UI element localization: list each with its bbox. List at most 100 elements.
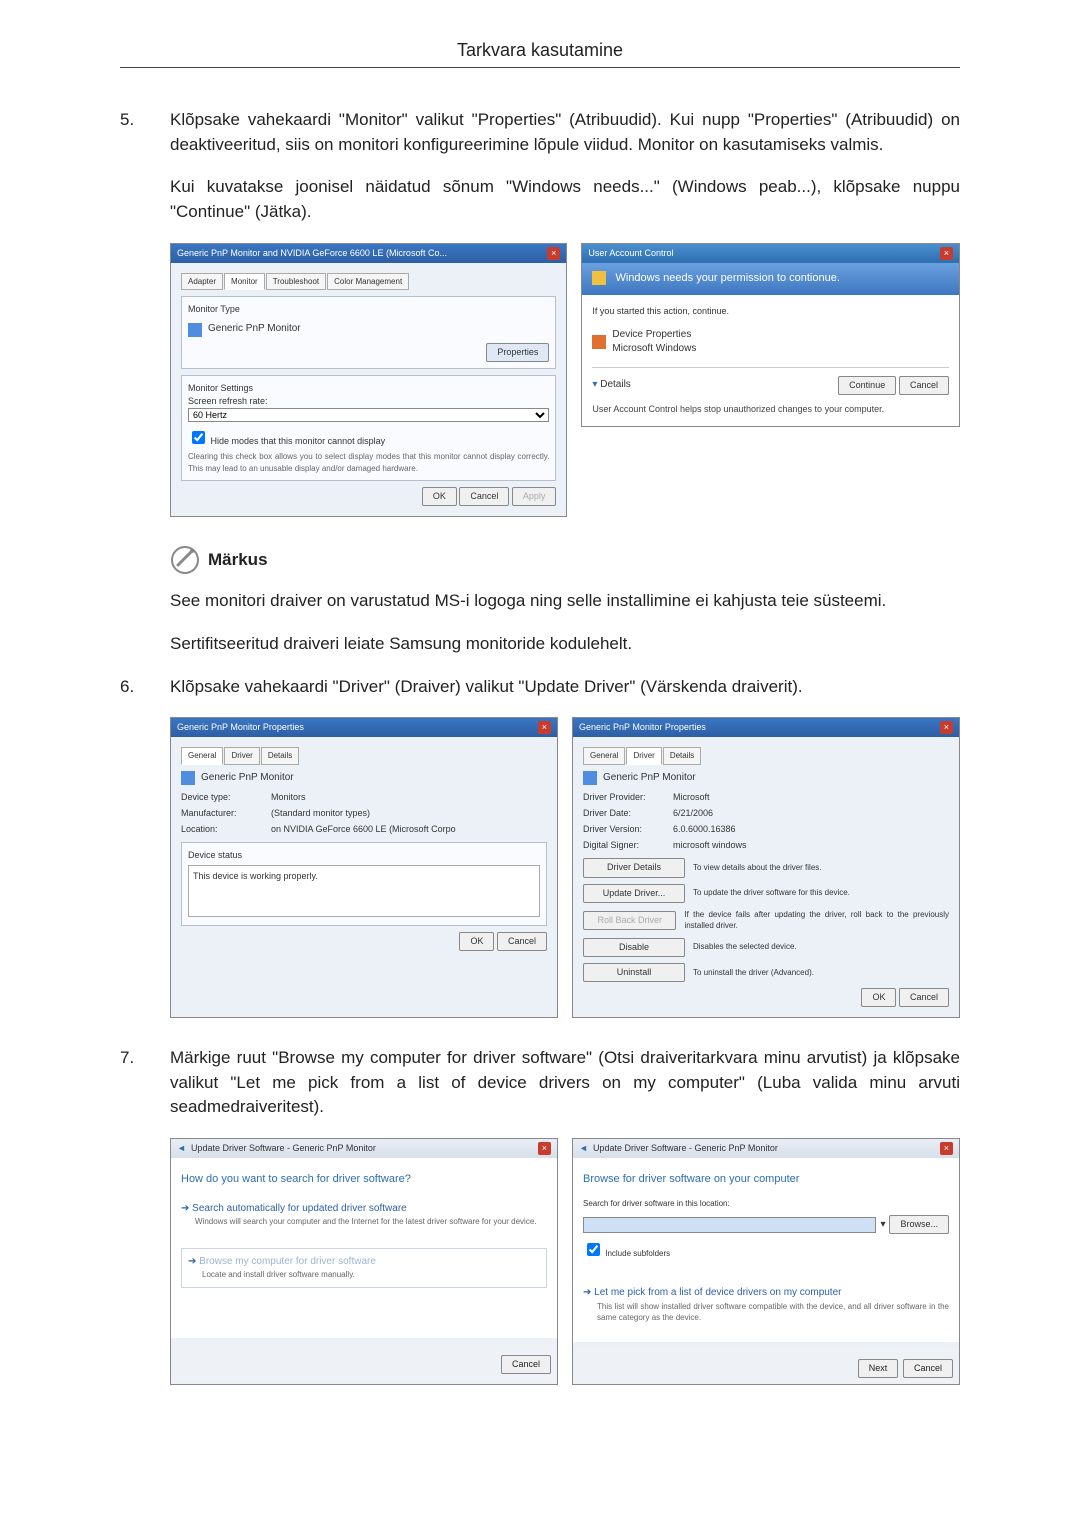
option-title: Search automatically for updated driver … bbox=[192, 1203, 407, 1214]
manufacturer-value: (Standard monitor types) bbox=[271, 807, 370, 820]
cancel-button[interactable]: Cancel bbox=[501, 1355, 551, 1374]
step6-text: Klõpsake vahekaardi "Driver" (Draiver) v… bbox=[170, 675, 960, 700]
device-status-text: This device is working properly. bbox=[188, 865, 540, 917]
ok-button[interactable]: OK bbox=[459, 932, 494, 951]
close-icon[interactable]: × bbox=[940, 247, 953, 260]
back-icon[interactable]: ◄ bbox=[177, 1143, 186, 1153]
tab-details[interactable]: Details bbox=[663, 747, 701, 765]
close-icon[interactable]: × bbox=[538, 1142, 551, 1155]
cancel-button[interactable]: Cancel bbox=[899, 376, 949, 395]
group-label: Monitor Type bbox=[188, 303, 549, 316]
option-desc: Windows will search your computer and th… bbox=[195, 1216, 547, 1228]
tab-details[interactable]: Details bbox=[261, 747, 299, 765]
arrow-icon: ➔ bbox=[188, 1256, 196, 1267]
properties-button[interactable]: Properties bbox=[486, 343, 549, 362]
monitor-name: Generic PnP Monitor bbox=[208, 322, 301, 337]
cancel-button[interactable]: Cancel bbox=[459, 487, 509, 506]
close-icon[interactable]: × bbox=[940, 721, 953, 734]
tab-color-management[interactable]: Color Management bbox=[327, 273, 409, 291]
step-5: Klõpsake vahekaardi "Monitor" valikut "P… bbox=[120, 108, 960, 517]
figure-monitor-properties: Generic PnP Monitor and NVIDIA GeForce 6… bbox=[170, 243, 567, 518]
option-search-auto[interactable]: ➔ Search automatically for updated drive… bbox=[181, 1202, 547, 1228]
cancel-button[interactable]: Cancel bbox=[903, 1359, 953, 1378]
step-7: Märkige ruut "Browse my computer for dri… bbox=[120, 1046, 960, 1385]
devtype-key: Device type: bbox=[181, 791, 271, 804]
step7-text: Märkige ruut "Browse my computer for dri… bbox=[170, 1046, 960, 1120]
device-icon bbox=[592, 335, 606, 349]
window-titlebar: Generic PnP Monitor and NVIDIA GeForce 6… bbox=[171, 244, 566, 263]
tab-general[interactable]: General bbox=[181, 747, 223, 765]
window-title: Generic PnP Monitor Properties bbox=[579, 721, 706, 734]
location-label: Search for driver software in this locat… bbox=[583, 1198, 949, 1210]
option-title: Browse my computer for driver software bbox=[199, 1256, 376, 1267]
disable-desc: Disables the selected device. bbox=[693, 941, 797, 953]
back-icon[interactable]: ◄ bbox=[579, 1143, 588, 1153]
note-label: Märkus bbox=[208, 550, 268, 570]
tab-driver[interactable]: Driver bbox=[224, 747, 259, 765]
close-icon[interactable]: × bbox=[940, 1142, 953, 1155]
tab-monitor[interactable]: Monitor bbox=[224, 273, 265, 291]
include-subfolders-checkbox[interactable] bbox=[587, 1243, 600, 1256]
tab-driver[interactable]: Driver bbox=[626, 747, 661, 765]
chevron-down-icon[interactable]: ▾ bbox=[592, 379, 597, 390]
monitor-icon bbox=[181, 771, 195, 785]
include-subfolders-label: Include subfolders bbox=[605, 1249, 670, 1258]
rollback-driver-button[interactable]: Roll Back Driver bbox=[583, 911, 676, 930]
driver-details-desc: To view details about the driver files. bbox=[693, 862, 822, 874]
refresh-rate-select[interactable]: 60 Hertz bbox=[188, 408, 549, 422]
uac-text: Windows needs your permission to contion… bbox=[615, 272, 839, 284]
close-icon[interactable]: × bbox=[538, 721, 551, 734]
tab-troubleshoot[interactable]: Troubleshoot bbox=[266, 273, 326, 291]
date-value: 6/21/2006 bbox=[673, 807, 713, 820]
tab-general[interactable]: General bbox=[583, 747, 625, 765]
location-field[interactable] bbox=[583, 1217, 876, 1233]
breadcrumb: Update Driver Software - Generic PnP Mon… bbox=[593, 1143, 778, 1153]
ok-button[interactable]: OK bbox=[422, 487, 457, 506]
disable-button[interactable]: Disable bbox=[583, 938, 685, 957]
cancel-button[interactable]: Cancel bbox=[497, 932, 547, 951]
figure-uac: User Account Control × Windows needs you… bbox=[581, 243, 960, 427]
signer-key: Digital Signer: bbox=[583, 839, 673, 852]
option-pick-from-list[interactable]: ➔ Let me pick from a list of device driv… bbox=[583, 1286, 949, 1324]
uninstall-desc: To uninstall the driver (Advanced). bbox=[693, 967, 814, 979]
uac-footer: User Account Control helps stop unauthor… bbox=[592, 403, 949, 416]
uac-started: If you started this action, continue. bbox=[592, 305, 949, 318]
update-driver-button[interactable]: Update Driver... bbox=[583, 884, 685, 903]
refresh-label: Screen refresh rate: bbox=[188, 395, 549, 408]
details-label[interactable]: Details bbox=[600, 379, 631, 390]
breadcrumb: Update Driver Software - Generic PnP Mon… bbox=[191, 1143, 376, 1153]
driver-details-button[interactable]: Driver Details bbox=[583, 858, 685, 877]
hide-modes-label: Hide modes that this monitor cannot disp… bbox=[211, 436, 386, 446]
window-title: Generic PnP Monitor and NVIDIA GeForce 6… bbox=[177, 247, 447, 260]
monitor-type-group: Monitor Type Generic PnP Monitor Propert… bbox=[181, 296, 556, 369]
location-value: on NVIDIA GeForce 6600 LE (Microsoft Cor… bbox=[271, 823, 456, 836]
tab-adapter[interactable]: Adapter bbox=[181, 273, 223, 291]
version-value: 6.0.6000.16386 bbox=[673, 823, 736, 836]
manufacturer-key: Manufacturer: bbox=[181, 807, 271, 820]
continue-button[interactable]: Continue bbox=[838, 376, 896, 395]
hide-modes-checkbox[interactable] bbox=[192, 431, 205, 444]
option-browse-computer[interactable]: ➔ Browse my computer for driver software… bbox=[181, 1248, 547, 1288]
device-status-label: Device status bbox=[188, 849, 540, 862]
apply-button[interactable]: Apply bbox=[512, 487, 557, 506]
window-title: User Account Control bbox=[588, 247, 673, 260]
signer-value: microsoft windows bbox=[673, 839, 747, 852]
monitor-icon bbox=[583, 771, 597, 785]
ok-button[interactable]: OK bbox=[861, 988, 896, 1007]
step5-text-2: Kui kuvatakse joonisel näidatud sõnum "W… bbox=[170, 175, 960, 224]
provider-key: Driver Provider: bbox=[583, 791, 673, 804]
option-title: Let me pick from a list of device driver… bbox=[594, 1287, 841, 1298]
step5-text-1: Klõpsake vahekaardi "Monitor" valikut "P… bbox=[170, 108, 960, 157]
update-driver-desc: To update the driver software for this d… bbox=[693, 887, 850, 899]
close-icon[interactable]: × bbox=[547, 247, 560, 260]
version-key: Driver Version: bbox=[583, 823, 673, 836]
cancel-button[interactable]: Cancel bbox=[899, 988, 949, 1007]
monitor-settings-group: Monitor Settings Screen refresh rate: 60… bbox=[181, 375, 556, 481]
next-button[interactable]: Next bbox=[858, 1359, 899, 1378]
browse-button[interactable]: Browse... bbox=[889, 1215, 949, 1234]
devtype-value: Monitors bbox=[271, 791, 306, 804]
uninstall-button[interactable]: Uninstall bbox=[583, 963, 685, 982]
note-text-2: Sertifitseeritud draiveri leiate Samsung… bbox=[170, 632, 960, 657]
window-title: Generic PnP Monitor Properties bbox=[177, 721, 304, 734]
shield-icon bbox=[592, 271, 606, 285]
